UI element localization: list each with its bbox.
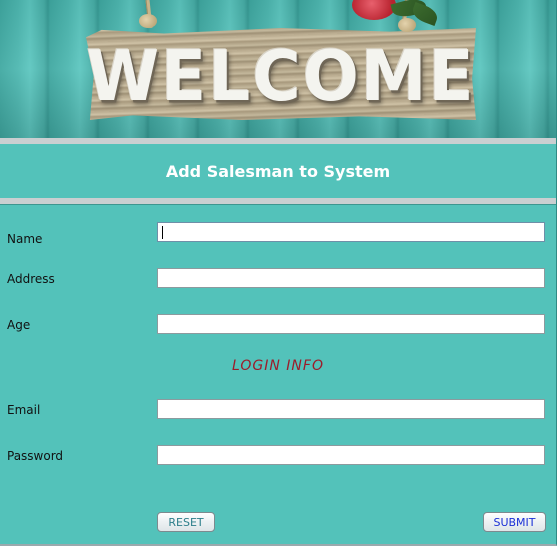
address-field[interactable] xyxy=(157,268,545,288)
password-field[interactable] xyxy=(157,445,545,465)
page-title: Add Salesman to System xyxy=(165,161,391,181)
app-window: WELCOME Add Salesman to System Name Addr… xyxy=(0,0,557,546)
password-label: Password xyxy=(7,449,64,463)
welcome-sign-text: WELCOME xyxy=(86,35,476,117)
welcome-banner: WELCOME xyxy=(0,0,556,138)
name-field[interactable] xyxy=(157,222,545,242)
submit-button[interactable]: SUBMIT xyxy=(483,512,546,532)
address-label: Address xyxy=(7,272,55,286)
rope-knot-left xyxy=(139,14,157,28)
reset-button[interactable]: RESET xyxy=(157,512,215,532)
salesman-form xyxy=(0,204,556,544)
text-caret xyxy=(162,226,163,239)
name-label: Name xyxy=(7,232,43,246)
email-field[interactable] xyxy=(157,399,545,419)
age-label: Age xyxy=(7,318,31,332)
email-label: Email xyxy=(7,403,41,417)
age-field[interactable] xyxy=(157,314,545,334)
login-info-heading: LOGIN INFO xyxy=(232,358,324,374)
